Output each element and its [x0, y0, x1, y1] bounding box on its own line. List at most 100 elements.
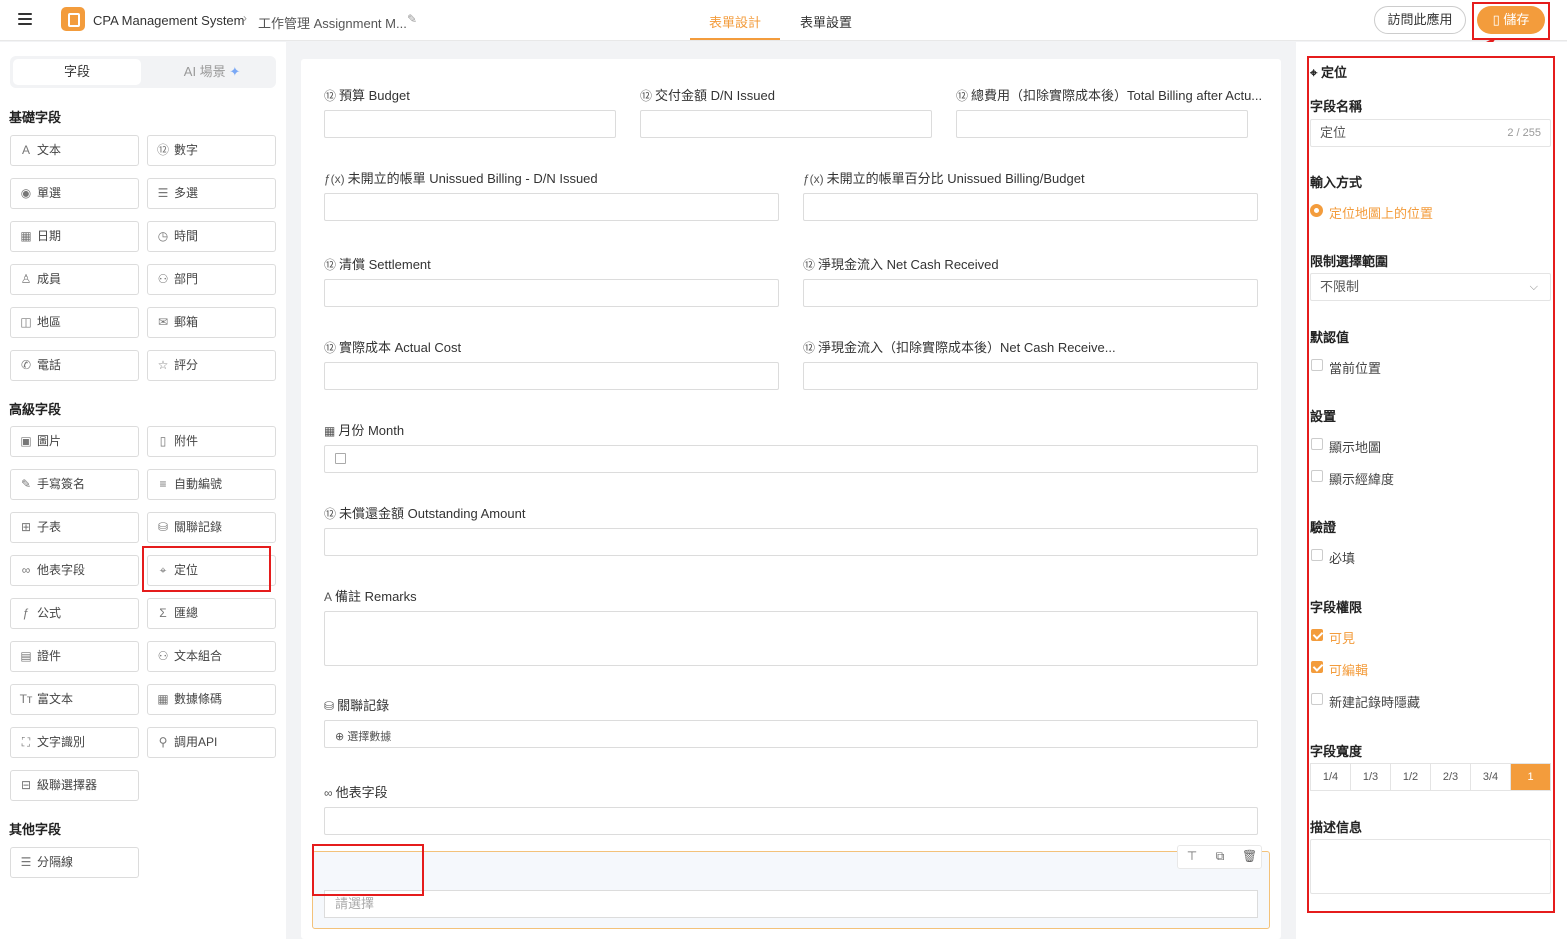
numbered-list-icon: ≡	[159, 477, 167, 491]
plus-circle-icon: ⊕	[335, 731, 348, 743]
palette-item-label: 單選	[37, 186, 62, 200]
form-field-label-text: 月份 Month	[338, 423, 405, 438]
location-input[interactable]: 請選擇	[324, 890, 1258, 918]
form-field-label: ⑫ 總費用（扣除實際成本後）Total Billing after Actu...	[956, 85, 1262, 104]
form-field-textarea[interactable]	[324, 611, 1258, 666]
pen-icon: ✎	[20, 477, 32, 491]
palette-item-formula[interactable]: ƒ 公式	[10, 598, 139, 629]
trash-icon[interactable]: 🗑	[1242, 849, 1257, 863]
palette-item-label: 電話	[37, 358, 62, 372]
tab-form-settings[interactable]: 表單設置	[800, 12, 852, 31]
form-field-label-text: 總費用（扣除實際成本後）Total Billing after Actu...	[971, 88, 1263, 103]
menu-icon[interactable]	[18, 13, 32, 25]
form-field-input[interactable]	[803, 193, 1258, 221]
form-field-input[interactable]	[324, 362, 779, 390]
properties-panel-highlight	[1307, 56, 1555, 913]
palette-item-map[interactable]: ◫ 地區	[10, 307, 139, 338]
app-logo-icon	[61, 7, 85, 31]
copy-icon[interactable]: ⧉	[1213, 849, 1227, 864]
form-field-label-text: 預算 Budget	[339, 88, 410, 103]
form-field-label-text: 淨現金流入 Net Cash Received	[818, 257, 999, 272]
visit-app-button[interactable]: 訪問此應用	[1374, 6, 1466, 34]
form-field-label-text: 實際成本 Actual Cost	[339, 340, 462, 355]
palette-item-star[interactable]: ☆ 評分	[147, 350, 276, 381]
palette-item-label: 公式	[37, 606, 62, 620]
form-field-input[interactable]	[803, 362, 1258, 390]
tab-form-design[interactable]: 表單設計	[691, 12, 779, 31]
database-icon: ⛁	[157, 520, 169, 534]
palette-item-id-card[interactable]: ▤ 證件	[10, 641, 139, 672]
section-advanced-fields: 高級字段	[9, 402, 62, 417]
calendar-icon: ▦	[324, 424, 336, 438]
ocr-scan-icon: ⛶	[21, 735, 31, 749]
palette-item-label: 手寫簽名	[37, 477, 86, 491]
location-field-card[interactable]: 請選擇	[312, 851, 1270, 929]
palette-item-label: 文本	[37, 143, 62, 157]
palette-item-divider[interactable]: ☰ 分隔線	[10, 847, 139, 878]
number-icon: ⑫	[956, 89, 969, 103]
palette-item-numbered-list[interactable]: ≡ 自動編號	[147, 469, 276, 500]
form-field-input[interactable]	[803, 279, 1258, 307]
palette-item-qr-code[interactable]: ▦ 數據條碼	[147, 684, 276, 715]
form-field-input[interactable]	[324, 807, 1258, 835]
palette-item-link[interactable]: ∞ 他表字段	[10, 555, 139, 586]
palette-item-radio[interactable]: ◉ 單選	[10, 178, 139, 209]
palette-item-label: 級聯選擇器	[37, 778, 98, 792]
palette-item-calendar[interactable]: ▦ 日期	[10, 221, 139, 252]
form-field-label-text: 淨現金流入（扣除實際成本後）Net Cash Receive...	[818, 340, 1116, 355]
number-icon: ⑫	[640, 89, 653, 103]
form-field-input[interactable]	[324, 528, 1258, 556]
segment-ai-scenes[interactable]: AI 場景 ✦	[150, 59, 274, 85]
form-field-label: ƒ(x) 未開立的帳單 Unissued Billing - D/N Issued	[324, 168, 598, 187]
palette-item-org[interactable]: ⚇ 部門	[147, 264, 276, 295]
palette-item-text-combine[interactable]: ⚇ 文本組合	[147, 641, 276, 672]
section-other-fields: 其他字段	[9, 822, 62, 837]
palette-item-label: 部門	[174, 272, 199, 286]
palette-item-label: 圖片	[37, 434, 62, 448]
edit-icon[interactable]: ✎	[407, 12, 417, 26]
palette-item-file[interactable]: ▯ 附件	[147, 426, 276, 457]
title-icon[interactable]: ⊤	[1185, 849, 1199, 863]
link-icon: ∞	[324, 786, 333, 800]
form-field-label-text: 未償還金額 Outstanding Amount	[339, 506, 526, 521]
palette-item-sigma[interactable]: Σ 匯總	[147, 598, 276, 629]
phone-icon: ✆	[20, 358, 32, 372]
sparkle-icon: ✦	[229, 64, 241, 79]
form-field-label: ∞ 他表字段	[324, 782, 388, 801]
number-icon: ⑫	[803, 341, 816, 355]
palette-item-pen[interactable]: ✎ 手寫簽名	[10, 469, 139, 500]
active-tab-indicator	[690, 38, 780, 40]
palette-item-database[interactable]: ⛁ 關聯記錄	[147, 512, 276, 543]
breadcrumb[interactable]: 工作管理 Assignment M...	[258, 13, 407, 32]
palette-item-label: 富文本	[37, 692, 74, 706]
palette-item-clock[interactable]: ◷ 時間	[147, 221, 276, 252]
palette-item-label: 成員	[37, 272, 62, 286]
segment-fields[interactable]: 字段	[13, 59, 141, 85]
form-field-input[interactable]	[324, 193, 779, 221]
form-field-input[interactable]	[956, 110, 1248, 138]
form-field-date-picker[interactable]	[324, 445, 1258, 473]
palette-item-api[interactable]: ⚲ 調用API	[147, 727, 276, 758]
palette-item-mail[interactable]: ✉ 郵箱	[147, 307, 276, 338]
palette-item-image[interactable]: ▣ 圖片	[10, 426, 139, 457]
image-icon: ▣	[20, 434, 32, 448]
segment-ai-label: AI 場景	[183, 64, 226, 79]
palette-item-table[interactable]: ⊞ 子表	[10, 512, 139, 543]
palette-item-cascade[interactable]: ⊟ 級聯選擇器	[10, 770, 139, 801]
select-data-button[interactable]: ⊕ 選擇數據	[324, 720, 1258, 748]
file-icon: ▯	[159, 434, 167, 448]
palette-item-ocr-scan[interactable]: ⛶ 文字識別	[10, 727, 139, 758]
palette-item-number[interactable]: ⑫ 數字	[147, 135, 276, 166]
palette-item-text[interactable]: A 文本	[10, 135, 139, 166]
form-field-input[interactable]	[324, 110, 616, 138]
form-field-input[interactable]	[324, 279, 779, 307]
palette-item-rich-text[interactable]: Tт 富文本	[10, 684, 139, 715]
id-card-icon: ▤	[20, 649, 32, 663]
form-field-label: ⑫ 未償還金額 Outstanding Amount	[324, 503, 525, 522]
location-field-label-highlight	[312, 844, 424, 896]
palette-item-user[interactable]: ♙ 成員	[10, 264, 139, 295]
palette-item-phone[interactable]: ✆ 電話	[10, 350, 139, 381]
palette-item-checklist[interactable]: ☰ 多選	[147, 178, 276, 209]
palette-item-label: 匯總	[174, 606, 199, 620]
form-field-input[interactable]	[640, 110, 932, 138]
